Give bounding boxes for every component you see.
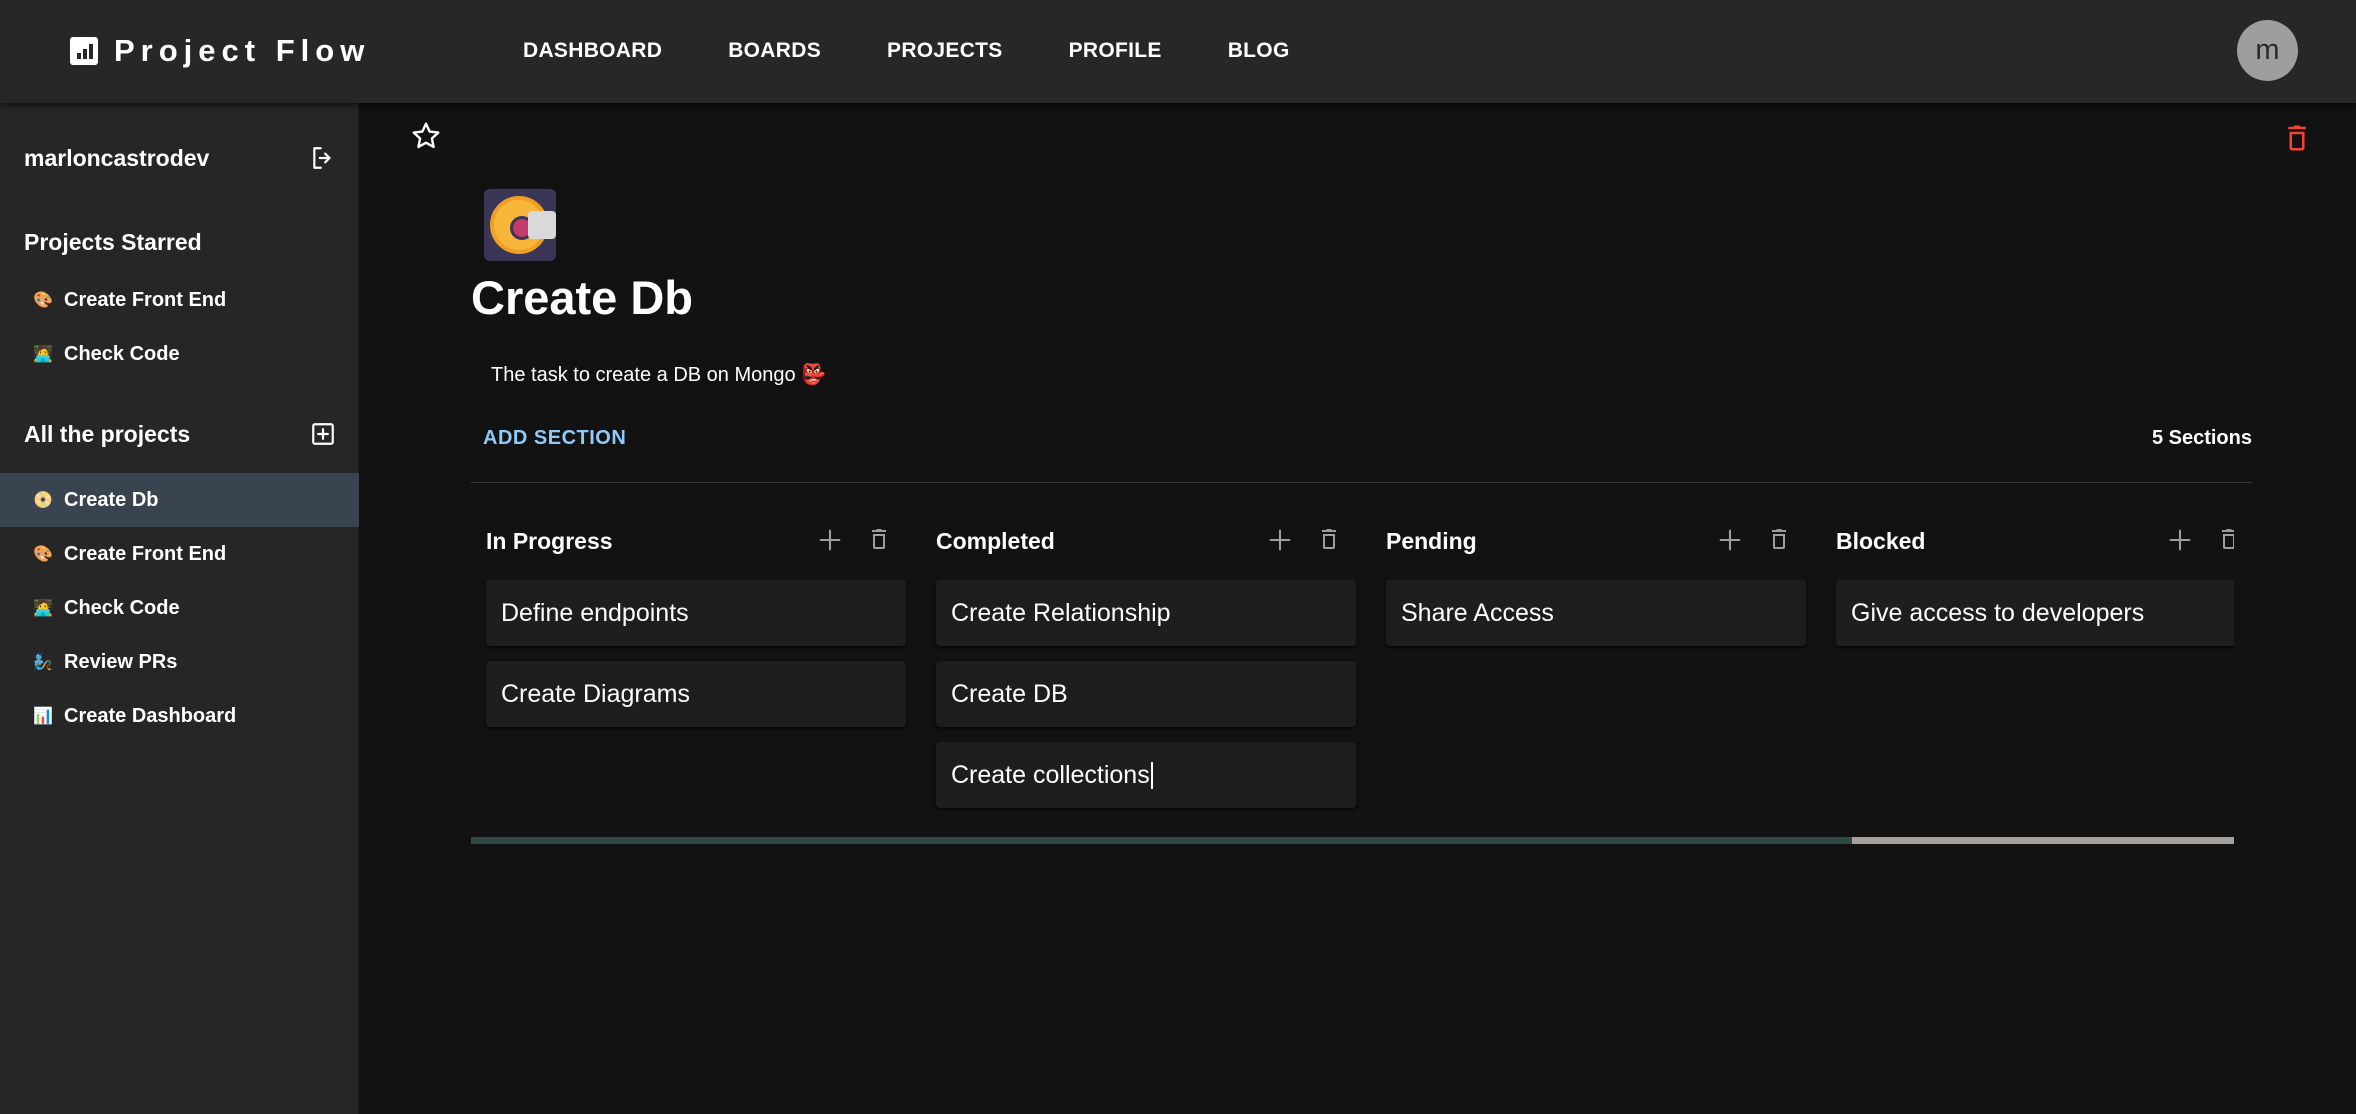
delete-section-icon[interactable] [1767, 524, 1791, 554]
section-title[interactable]: Pending [1386, 528, 1477, 555]
nav-dashboard[interactable]: DASHBOARD [523, 39, 662, 63]
section-title[interactable]: In Progress [486, 528, 613, 555]
nav-projects[interactable]: PROJECTS [887, 39, 1003, 63]
divider [471, 482, 2252, 483]
task-card[interactable]: Create Diagrams [486, 661, 906, 727]
genie-icon: 🧞 [33, 654, 53, 671]
logout-icon[interactable] [310, 145, 336, 171]
scrollbar-thumb[interactable] [1852, 837, 2234, 844]
sidebar-item-label: Check Code [64, 342, 180, 365]
sections-count: 5 Sections [2151, 427, 2252, 449]
task-card[interactable]: Share Access [1386, 580, 1806, 646]
app-title: Project Flow [114, 33, 371, 68]
sidebar-item-label: Create Front End [64, 288, 227, 311]
delete-project-icon[interactable] [2282, 121, 2312, 155]
star-icon[interactable] [410, 120, 442, 152]
add-section-button[interactable]: ADD SECTION [483, 427, 626, 450]
bar-chart-icon: 📊 [33, 708, 53, 725]
nav-boards[interactable]: BOARDS [728, 39, 821, 63]
task-card-editing[interactable]: Create collections [936, 742, 1356, 808]
sidebar-item-create-dashboard[interactable]: 📊 Create Dashboard [0, 689, 359, 743]
sidebar-username: marloncastrodev [24, 145, 210, 171]
palette-icon: 🎨 [33, 546, 53, 563]
technologist-icon: 🧑‍💻 [33, 346, 53, 363]
main-nav: DASHBOARD BOARDS PROJECTS PROFILE BLOG [523, 30, 1356, 72]
sidebar-item-check-code[interactable]: 🧑‍💻 Check Code [0, 581, 359, 635]
task-card[interactable]: Create DB [936, 661, 1356, 727]
task-card-input[interactable]: Create collections [951, 761, 1150, 790]
add-task-icon[interactable] [1716, 526, 1744, 554]
horizontal-scrollbar[interactable] [471, 837, 2234, 844]
delete-section-icon[interactable] [867, 524, 891, 554]
palette-icon: 🎨 [33, 292, 53, 309]
add-task-icon[interactable] [1266, 526, 1294, 554]
nav-blog[interactable]: BLOG [1228, 39, 1290, 63]
top-app-bar: Project Flow DASHBOARD BOARDS PROJECTS P… [0, 0, 2356, 103]
task-card[interactable]: Give access to developers [1836, 580, 2234, 646]
user-avatar[interactable]: m [2237, 20, 2298, 81]
sidebar-starred-create-front-end[interactable]: 🎨 Create Front End [0, 273, 359, 327]
board-columns: In Progress Define endpoints Create Diag… [471, 500, 2234, 830]
project-description[interactable]: The task to create a DB on Mongo 👺 [491, 362, 826, 387]
starred-section-title: Projects Starred [24, 229, 202, 255]
sidebar-item-label: Review PRs [64, 650, 178, 673]
disc-icon: 📀 [33, 492, 53, 509]
sidebar-starred-check-code[interactable]: 🧑‍💻 Check Code [0, 327, 359, 381]
delete-section-icon[interactable] [2217, 524, 2234, 554]
technologist-icon: 🧑‍💻 [33, 600, 53, 617]
sidebar-item-label: Create Db [64, 488, 159, 511]
task-card[interactable]: Create Relationship [936, 580, 1356, 646]
sidebar-item-label: Create Front End [64, 542, 227, 565]
project-title: Create Db [471, 271, 694, 324]
sidebar: marloncastrodev Projects Starred 🎨 Creat… [0, 103, 359, 1114]
section-title[interactable]: Blocked [1836, 528, 1925, 555]
sidebar-item-review-prs[interactable]: 🧞 Review PRs [0, 635, 359, 689]
delete-section-icon[interactable] [1317, 524, 1341, 554]
sidebar-item-create-front-end[interactable]: 🎨 Create Front End [0, 527, 359, 581]
add-task-icon[interactable] [2166, 526, 2194, 554]
sidebar-item-create-db[interactable]: 📀 Create Db [0, 473, 359, 527]
sidebar-item-label: Create Dashboard [64, 704, 237, 727]
chart-icon [70, 37, 98, 65]
add-task-icon[interactable] [816, 526, 844, 554]
app-logo[interactable]: Project Flow [70, 30, 370, 72]
nav-profile[interactable]: PROFILE [1069, 39, 1162, 63]
sidebar-item-label: Check Code [64, 596, 180, 619]
disc-drive-icon [484, 189, 556, 261]
all-projects-title: All the projects [24, 421, 191, 447]
task-card[interactable]: Define endpoints [486, 580, 906, 646]
add-project-icon[interactable] [310, 421, 336, 447]
section-title[interactable]: Completed [936, 528, 1055, 555]
text-caret [1150, 761, 1153, 789]
